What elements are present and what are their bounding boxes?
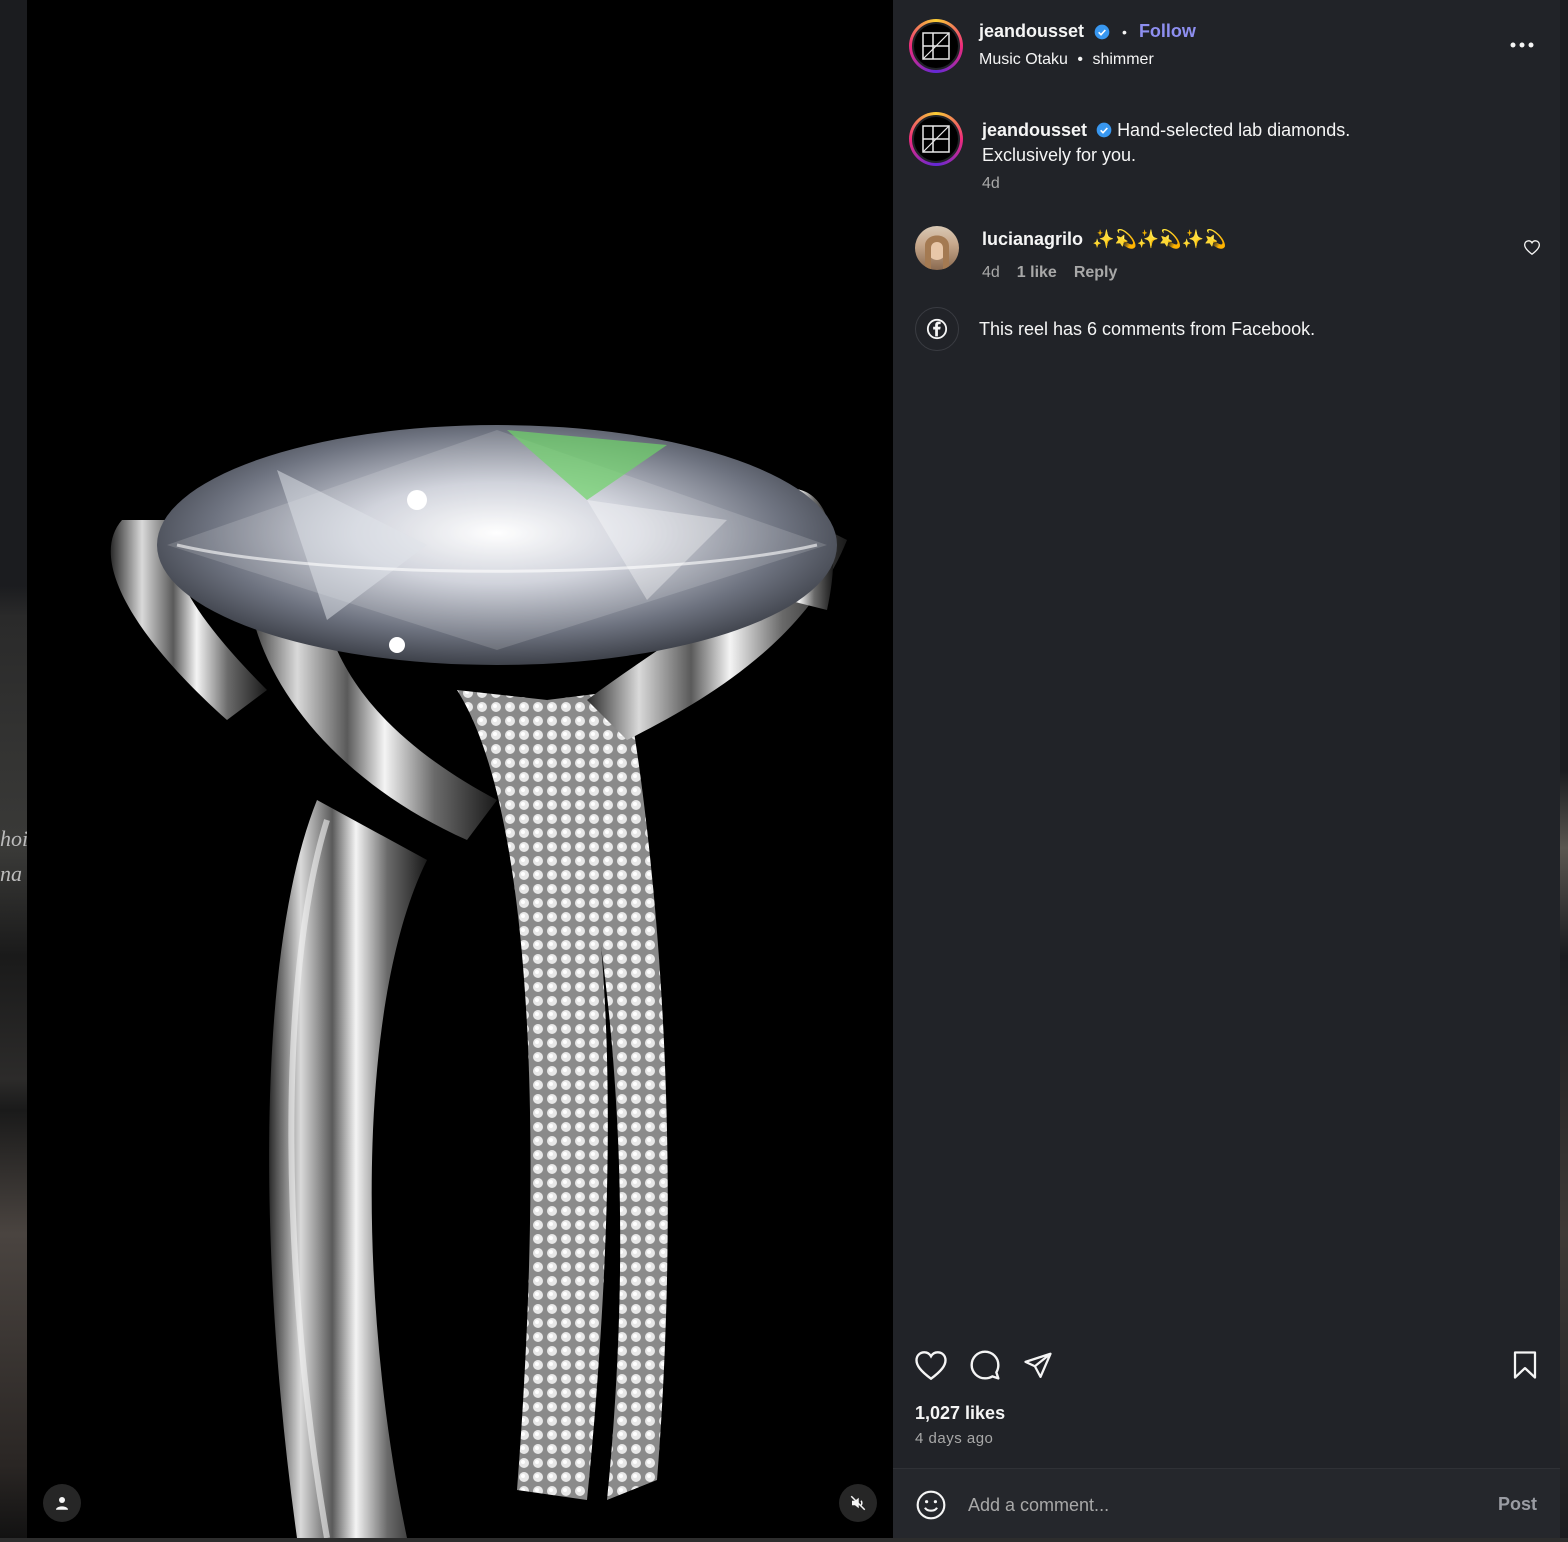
author-username[interactable]: jeandousset [979,21,1084,42]
brand-logo-icon [922,32,950,60]
background-ghost-text: hoi [0,826,29,851]
ring-video-frame [110,425,847,1538]
comment-button[interactable] [967,1348,1003,1382]
follow-button[interactable]: Follow [1139,21,1196,42]
brand-logo-icon [922,125,950,153]
comment-reply-button[interactable]: Reply [1074,264,1118,282]
like-count[interactable]: 1,027 likes [915,1403,1005,1424]
post-date[interactable]: 4 days ago [915,1430,993,1447]
audio-track: shimmer [1092,51,1154,68]
comment-meta: 4d 1 like Reply [982,264,1117,282]
verified-badge-icon [1096,122,1112,138]
background-ghost-text: na [0,861,22,886]
profile-photo-icon [925,235,949,270]
verified-badge-icon [1094,24,1110,39]
mute-toggle-button[interactable] [839,1484,877,1522]
facebook-comments-note: This reel has 6 comments from Facebook. [979,319,1316,339]
background-feed-bottom [0,1538,1568,1542]
comment-timestamp[interactable]: 4d [982,264,1000,282]
post-side-panel: jeandousset • Follow Music Otaku • shimm… [893,0,1560,1538]
comment-like-button[interactable] [1522,238,1542,256]
post-comment-button[interactable]: Post [1498,1494,1537,1515]
facebook-badge [915,307,959,351]
more-icon [1510,42,1534,48]
share-button[interactable] [1020,1348,1056,1382]
smiley-icon [916,1490,946,1520]
like-button[interactable] [913,1348,949,1382]
author-avatar[interactable] [909,19,963,73]
comment-username[interactable]: lucianagrilo [982,229,1083,249]
reel-video[interactable] [27,0,893,1538]
dot-separator: • [1122,23,1127,40]
comment-text: ✨💫✨💫✨💫 [1092,229,1227,249]
bookmark-icon [1513,1351,1537,1379]
background-feed-left: hoi na [0,0,29,1542]
background-feed-right [1560,0,1568,1542]
audio-artist: Music Otaku [979,51,1068,68]
caption-author-avatar[interactable] [909,112,963,166]
more-options-button[interactable] [1505,30,1539,60]
facebook-icon [926,318,948,340]
audio-attribution[interactable]: Music Otaku • shimmer [979,51,1154,69]
post-caption: jeandousset Hand-selected lab diamonds. … [982,118,1522,168]
header-title-row: jeandousset • Follow [979,21,1196,42]
dot-separator: • [1077,51,1083,68]
comment-row: lucianagrilo ✨💫✨💫✨💫 [982,229,1227,250]
add-comment-bar: Post [893,1468,1560,1538]
paper-plane-icon [1024,1352,1052,1378]
heart-icon [1524,239,1540,255]
tagged-users-button[interactable] [43,1484,81,1522]
commenter-avatar[interactable] [915,226,959,270]
emoji-picker-button[interactable] [913,1487,949,1523]
caption-username[interactable]: jeandousset [982,120,1087,140]
instagram-post-modal: hoi na jeandousset • Follow Music Otaku … [0,0,1568,1542]
comment-likes[interactable]: 1 like [1017,264,1057,282]
post-action-bar [893,1340,1560,1390]
post-header: jeandousset • Follow Music Otaku • shimm… [893,0,1560,92]
speaker-muted-icon [850,1495,866,1511]
caption-text: Hand-selected lab diamonds. [1117,120,1351,140]
user-icon [56,1497,68,1510]
heart-icon [915,1350,947,1380]
caption-text-line2: Exclusively for you. [982,145,1137,165]
caption-timestamp[interactable]: 4d [982,175,1000,193]
comment-input[interactable] [968,1489,1448,1521]
comment-bubble-icon [970,1350,1000,1380]
save-button[interactable] [1507,1348,1543,1382]
